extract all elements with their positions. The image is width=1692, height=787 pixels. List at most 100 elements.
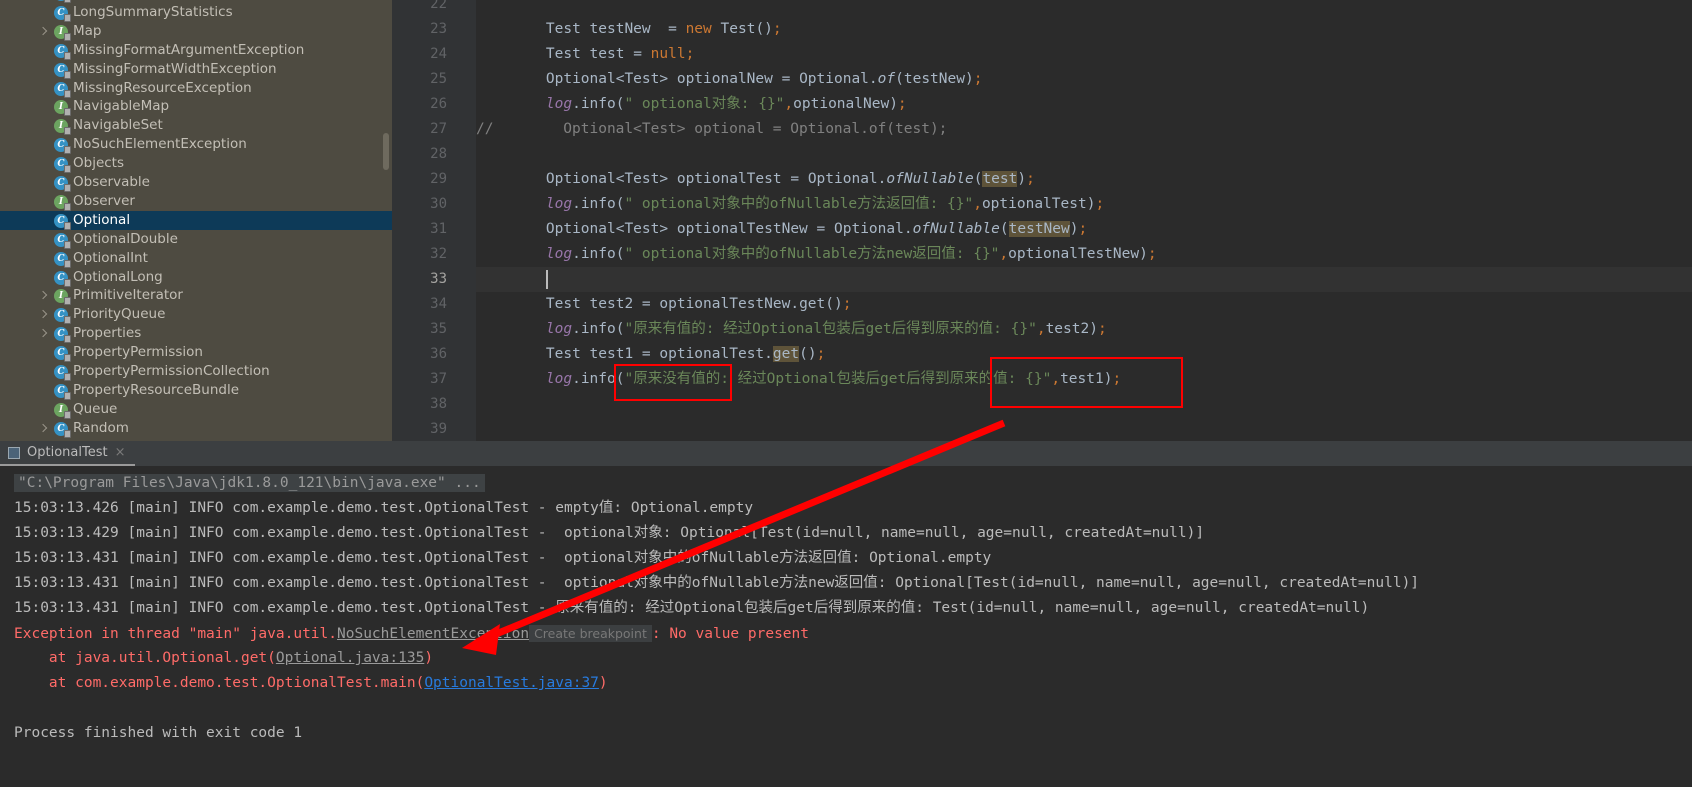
chevron-right-icon[interactable] <box>38 324 50 343</box>
text-caret <box>546 270 548 289</box>
tree-item[interactable]: C OptionalDouble <box>0 230 392 249</box>
code-line[interactable]: log.info(" optional对象中的ofNullable方法返回值: … <box>476 192 1104 217</box>
code-line[interactable]: // Optional<Test> optional = Optional.of… <box>476 117 947 142</box>
line-number[interactable]: 26 <box>392 92 447 117</box>
line-number[interactable]: 28 <box>392 142 447 167</box>
tree-item[interactable]: I NavigableMap <box>0 97 392 117</box>
console-log-line: 15:03:13.431 [main] INFO com.example.dem… <box>14 571 1419 596</box>
line-number[interactable]: 25 <box>392 67 447 92</box>
class-icon: C <box>54 62 71 79</box>
tree-item-label: NoSuchElementException <box>73 136 247 153</box>
line-number[interactable]: 27 <box>392 117 447 142</box>
exception-class-link[interactable]: NoSuchElementException <box>337 626 529 642</box>
tree-item[interactable]: C Optional <box>0 210 392 230</box>
class-icon: C <box>54 421 71 438</box>
tree-item[interactable]: C Objects <box>0 154 392 174</box>
tree-item[interactable]: I Map <box>0 22 392 41</box>
editor-fold-gutter[interactable] <box>457 0 476 441</box>
line-number[interactable]: 38 <box>392 392 447 417</box>
class-icon: C <box>54 176 71 192</box>
console-tab-optionaltest[interactable]: OptionalTest × <box>0 440 136 466</box>
interface-icon: I <box>54 402 71 419</box>
tree-item[interactable]: C MissingFormatWidthException <box>0 60 392 79</box>
tree-item[interactable]: C OptionalInt <box>0 249 392 268</box>
tree-item-label: MissingFormatWidthException <box>73 60 277 77</box>
code-line[interactable]: log.info("原来没有值的: 经过Optional包装后get后得到原来的… <box>476 367 1121 392</box>
interface-icon: I <box>54 100 71 117</box>
code-line[interactable]: Optional<Test> optionalTestNew = Optiona… <box>476 217 1087 242</box>
tree-item[interactable]: C LongSummaryStatistics <box>0 3 392 22</box>
chevron-right-icon[interactable] <box>38 305 50 324</box>
line-number[interactable]: 32 <box>392 242 447 267</box>
tree-item[interactable]: C Properties <box>0 324 392 344</box>
class-icon: C <box>54 308 71 325</box>
tree-item[interactable]: C MissingFormatArgumentException <box>0 41 392 60</box>
code-line[interactable]: Test test1 = optionalTest.get(); <box>476 342 825 367</box>
tree-item-label: PriorityQueue <box>73 306 166 323</box>
code-line[interactable]: Test test = null; <box>476 42 694 67</box>
tree-item-label: PropertyPermission <box>73 344 203 361</box>
line-number[interactable]: 29 <box>392 167 447 192</box>
line-number[interactable]: 22 <box>392 0 447 17</box>
code-line[interactable]: log.info("原来有值的: 经过Optional包装后get后得到原来的值… <box>476 317 1107 342</box>
line-number[interactable]: 34 <box>392 292 447 317</box>
code-line[interactable]: Test test2 = optionalTestNew.get(); <box>476 292 852 317</box>
console-stack-line: at com.example.demo.test.OptionalTest.ma… <box>14 675 608 691</box>
tree-item[interactable]: C Random <box>0 419 392 438</box>
tree-item[interactable]: I Queue <box>0 400 392 419</box>
code-editor[interactable]: 22 23 24 25 26 27 28 29 30 31 32 33 34 35 36 37 38 39 Tes… <box>392 0 1692 441</box>
tree-item[interactable]: C PriorityQueue <box>0 305 392 325</box>
class-icon: C <box>54 346 71 363</box>
tree-item[interactable]: C Observable <box>0 173 392 192</box>
class-icon: C <box>54 5 71 22</box>
line-number[interactable]: 31 <box>392 217 447 242</box>
line-number[interactable]: 35 <box>392 317 447 342</box>
code-line[interactable]: Optional<Test> optionalTest = Optional.o… <box>476 167 1035 192</box>
tree-item-label: NavigableMap <box>73 98 170 115</box>
class-icon: C <box>54 327 71 344</box>
project-tree-panel[interactable]: CLocaleISODataCLongSummaryStatisticsIMap… <box>0 0 392 441</box>
line-number[interactable]: 36 <box>392 342 447 367</box>
chevron-right-icon[interactable] <box>38 419 50 438</box>
close-icon[interactable]: × <box>115 440 126 465</box>
tree-item-label: OptionalLong <box>73 268 163 285</box>
code-line[interactable]: log.info(" optional对象中的ofNullable方法new返回… <box>476 242 1157 267</box>
editor-gutter[interactable]: 22 23 24 25 26 27 28 29 30 31 32 33 34 35 36 37 38 39 <box>392 0 457 441</box>
line-number[interactable]: 33 <box>392 267 447 292</box>
tree-item[interactable]: C OptionalLong <box>0 268 392 287</box>
tree-item[interactable]: I NavigableSet <box>0 116 392 136</box>
code-line[interactable]: Optional<Test> optionalNew = Optional.of… <box>476 67 983 92</box>
tree-item[interactable]: C MissingResourceException <box>0 79 392 98</box>
tree-item[interactable]: I PrimitiveIterator <box>0 286 392 306</box>
chevron-right-icon[interactable] <box>38 286 50 305</box>
line-number[interactable]: 30 <box>392 192 447 217</box>
console-log-text: 15:03:13.429 [main] INFO com.example.dem… <box>14 525 1205 541</box>
tree-item-label: Optional <box>73 211 131 228</box>
line-number[interactable]: 23 <box>392 17 447 42</box>
code-line[interactable]: Test testNew = new Test(); <box>476 17 782 42</box>
console-log-line: 15:03:13.429 [main] INFO com.example.dem… <box>14 521 1204 546</box>
create-breakpoint-hint[interactable]: Create breakpoint <box>529 625 652 642</box>
console-command-line: "C:\Program Files\Java\jdk1.8.0_121\bin\… <box>14 471 485 496</box>
console-log-line: 15:03:13.431 [main] INFO com.example.dem… <box>14 596 1369 621</box>
tree-item-label: NavigableSet <box>73 117 163 134</box>
tree-item[interactable]: I Observer <box>0 192 392 211</box>
tree-scrollbar[interactable] <box>383 133 389 170</box>
tree-item-label: Objects <box>73 155 125 172</box>
tree-item[interactable]: C PropertyPermission <box>0 343 392 363</box>
code-line[interactable]: log.info(" optional对象: {}",optionalNew); <box>476 92 907 117</box>
stack-trace-link[interactable]: OptionalTest.java:37 <box>424 675 599 691</box>
interface-icon: I <box>54 194 71 211</box>
line-number[interactable]: 39 <box>392 417 447 441</box>
tree-item[interactable]: C NoSuchElementException <box>0 135 392 155</box>
line-number[interactable]: 24 <box>392 42 447 67</box>
chevron-right-icon[interactable] <box>38 22 50 41</box>
console-output[interactable]: "C:\Program Files\Java\jdk1.8.0_121\bin\… <box>0 466 1692 787</box>
line-number[interactable]: 37 <box>392 367 447 392</box>
stack-trace-link[interactable]: Optional.java:135 <box>276 650 424 666</box>
console-tab-icon <box>8 446 20 459</box>
console-exit-text: Process finished with exit code 1 <box>14 725 303 741</box>
class-icon: C <box>54 270 71 287</box>
tree-item[interactable]: C PropertyPermissionCollection <box>0 362 392 381</box>
tree-item[interactable]: C PropertyResourceBundle <box>0 381 392 400</box>
